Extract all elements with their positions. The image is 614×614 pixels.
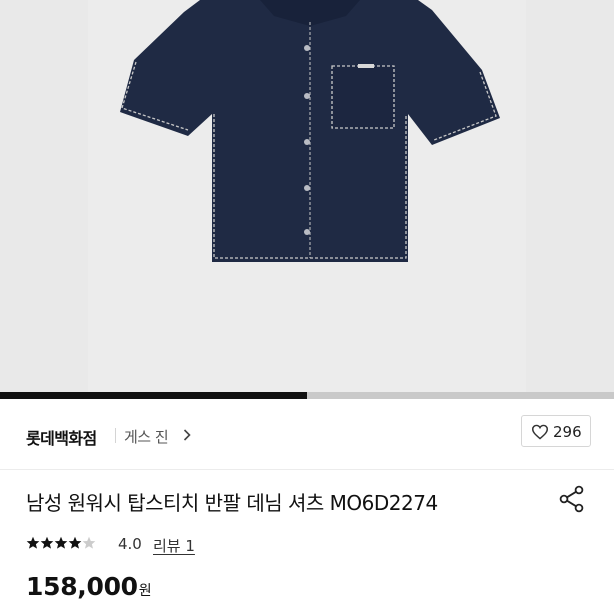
like-button[interactable]: 296 <box>521 415 591 447</box>
share-icon[interactable] <box>559 485 585 513</box>
shirt-button <box>304 45 310 51</box>
divider <box>115 428 116 443</box>
like-count: 296 <box>553 423 582 441</box>
shirt-button <box>304 229 310 235</box>
product-image <box>120 0 500 262</box>
product-title: 남성 원워시 탑스티치 반팔 데님 셔츠 MO6D2274 <box>26 491 438 515</box>
review-count-link[interactable]: 리뷰 1 <box>153 535 195 556</box>
product-image-gallery[interactable] <box>0 0 614 392</box>
heart-outline-icon <box>531 424 549 440</box>
price-row: 158,000원 <box>26 572 152 601</box>
chevron-right-icon[interactable] <box>183 429 191 441</box>
shirt-button <box>304 185 310 191</box>
pocket-label <box>358 64 374 68</box>
gallery-progress-fill <box>0 392 307 399</box>
gallery-progress-bar <box>0 392 614 399</box>
star-filled-icon <box>54 536 68 549</box>
brand-link[interactable]: 게스 진 <box>124 426 169 447</box>
star-filled-icon <box>26 536 40 549</box>
shirt-button <box>304 93 310 99</box>
chest-pocket <box>331 65 395 129</box>
star-filled-icon <box>40 536 54 549</box>
price-amount: 158,000 <box>26 572 138 601</box>
shirt-button <box>304 139 310 145</box>
star-filled-icon <box>68 536 82 549</box>
store-name[interactable]: 롯데백화점 <box>26 425 97 449</box>
store-row: 롯데백화점 게스 진 296 <box>0 399 614 470</box>
price-currency: 원 <box>138 583 152 599</box>
star-empty-icon <box>82 536 96 549</box>
rating-value: 4.0 <box>118 535 142 553</box>
